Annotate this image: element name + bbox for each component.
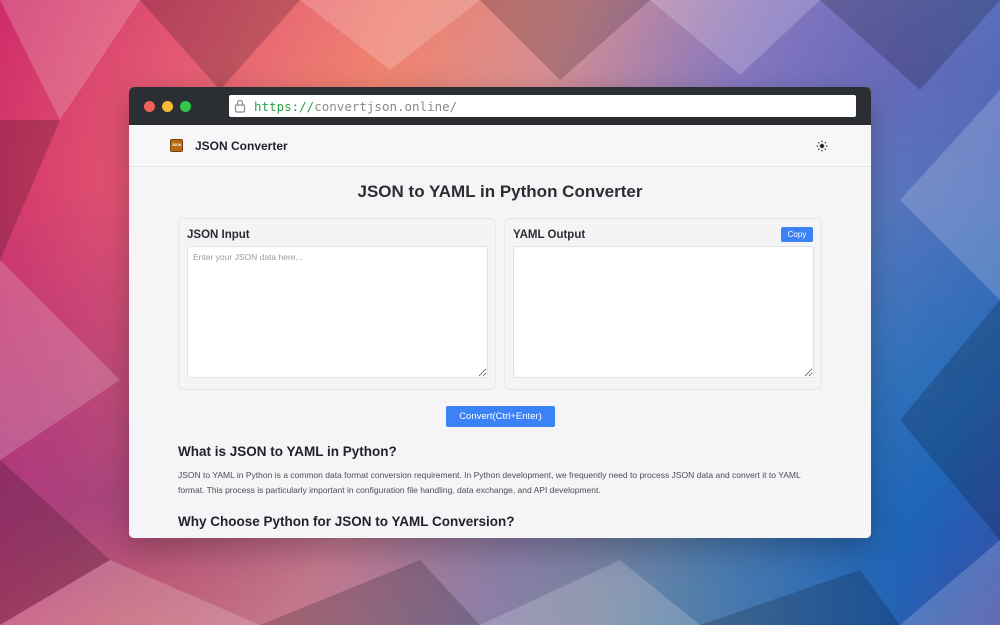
logo-icon[interactable]: JSON (170, 139, 183, 152)
url-scheme: https:// (254, 98, 315, 114)
section-heading-why: Why Choose Python for JSON to YAML Conve… (178, 514, 515, 529)
yaml-output-panel: YAML Output Copy (504, 218, 822, 390)
top-navbar: JSON JSON Converter (129, 125, 871, 167)
minimize-window-button[interactable] (162, 101, 173, 112)
sun-icon[interactable] (816, 140, 828, 152)
address-bar[interactable]: https:// convertjson.online/ (229, 95, 856, 117)
section-heading-what: What is JSON to YAML in Python? (178, 444, 397, 459)
url-host: convertjson.online/ (314, 98, 458, 114)
browser-titlebar: https:// convertjson.online/ (129, 87, 871, 125)
page-content: JSON JSON Converter JSON to YAML in Pyth… (129, 125, 871, 538)
close-window-button[interactable] (144, 101, 155, 112)
page-title: JSON to YAML in Python Converter (357, 182, 643, 201)
json-input-panel: JSON Input (178, 218, 496, 390)
convert-button[interactable]: Convert(Ctrl+Enter) (446, 406, 555, 427)
lock-icon (234, 99, 246, 113)
yaml-output-label: YAML Output (513, 229, 586, 241)
yaml-output-field[interactable] (513, 246, 814, 378)
maximize-window-button[interactable] (180, 101, 191, 112)
copy-button[interactable]: Copy (781, 227, 813, 242)
section-paragraph: JSON to YAML in Python is a common data … (178, 470, 801, 495)
browser-window: https:// convertjson.online/ JSON JSON C… (129, 87, 871, 538)
json-input-label: JSON Input (187, 229, 250, 241)
json-input-field[interactable] (187, 246, 488, 378)
brand-name[interactable]: JSON Converter (195, 139, 288, 153)
